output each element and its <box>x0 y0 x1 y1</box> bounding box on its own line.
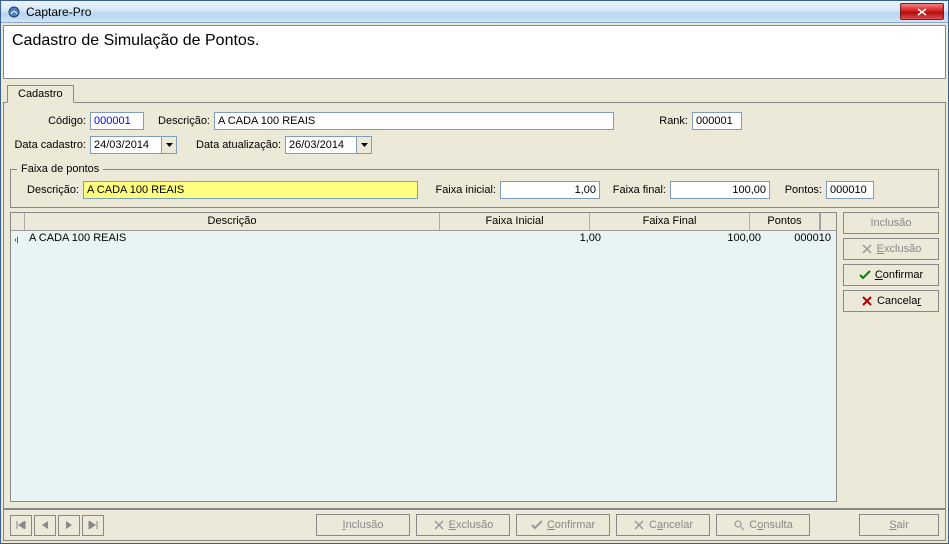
button-label: Exclusão <box>877 243 922 255</box>
col-header-descricao[interactable]: Descrição <box>25 213 440 230</box>
close-icon <box>917 8 927 16</box>
content-area: Cadastro de Simulação de Pontos. Cadastr… <box>1 23 948 543</box>
nav-next-button[interactable] <box>58 515 80 536</box>
faixa-descricao-input[interactable] <box>83 181 418 199</box>
side-inclusao-button[interactable]: Inclusão <box>843 212 939 234</box>
last-icon <box>88 521 98 529</box>
side-cancelar-button[interactable]: Cancelar <box>843 290 939 312</box>
rank-label: Rank: <box>652 115 688 127</box>
header-pane: Cadastro de Simulação de Pontos. <box>3 25 946 79</box>
bottom-confirmar-button[interactable]: Confirmar <box>516 514 610 536</box>
table-row[interactable]: A CADA 100 REAIS 1,00 100,00 000010 <box>11 231 836 248</box>
page-title: Cadastro de Simulação de Pontos. <box>12 32 937 50</box>
bottom-consulta-button[interactable]: Consulta <box>716 514 810 536</box>
button-label: Sair <box>889 519 909 531</box>
prev-icon <box>41 521 49 529</box>
cell-faixa-inicial: 1,00 <box>456 231 606 248</box>
chevron-down-icon[interactable] <box>161 137 176 153</box>
data-cadastro-value[interactable] <box>91 139 161 151</box>
next-icon <box>65 521 73 529</box>
search-icon <box>733 520 745 531</box>
first-icon <box>16 521 26 529</box>
tab-label: Cadastro <box>18 88 63 100</box>
rank-input[interactable] <box>692 112 742 130</box>
data-atualizacao-combo[interactable] <box>285 136 372 154</box>
chevron-down-icon[interactable] <box>356 137 371 153</box>
grid-area: Descrição Faixa Inicial Faixa Final Pont… <box>10 212 939 502</box>
faixa-fieldset: Faixa de pontos Descrição: Faixa inicial… <box>10 163 939 208</box>
faixa-descricao-label: Descrição: <box>17 184 79 196</box>
faixa-inicial-input[interactable] <box>500 181 600 199</box>
cell-pontos: 000010 <box>766 231 836 248</box>
button-label: Inclusão <box>343 519 384 531</box>
app-icon <box>7 5 21 19</box>
data-cadastro-label: Data cadastro: <box>10 139 86 151</box>
grid-gutter-header <box>11 213 25 230</box>
descricao-label: Descrição: <box>148 115 210 127</box>
side-exclusao-button[interactable]: Exclusão <box>843 238 939 260</box>
col-header-faixa-inicial[interactable]: Faixa Inicial <box>440 213 590 230</box>
cell-descricao: A CADA 100 REAIS <box>25 231 456 248</box>
col-header-faixa-final[interactable]: Faixa Final <box>590 213 750 230</box>
faixa-legend: Faixa de pontos <box>17 163 103 175</box>
button-label: Exclusão <box>449 519 494 531</box>
faixa-final-label: Faixa final: <box>604 184 666 196</box>
pontos-label: Pontos: <box>774 184 822 196</box>
x-icon <box>633 520 645 530</box>
x-icon <box>433 520 445 530</box>
pontos-input[interactable] <box>826 181 874 199</box>
grid-scrollbar[interactable] <box>820 213 836 230</box>
data-atualizacao-label: Data atualização: <box>181 139 281 151</box>
button-label: Inclusão <box>871 217 912 229</box>
row-indicator-icon <box>11 231 25 248</box>
button-label: Cancelar <box>649 519 693 531</box>
window-title: Captare-Pro <box>26 5 91 19</box>
descricao-input[interactable] <box>214 112 614 130</box>
bottom-exclusao-button[interactable]: Exclusão <box>416 514 510 536</box>
button-label: Confirmar <box>547 519 595 531</box>
titlebar: Captare-Pro <box>1 1 948 23</box>
bottom-inclusao-button[interactable]: Inclusão <box>316 514 410 536</box>
side-button-panel: Inclusão Exclusão Confirmar Cancelar <box>843 212 939 502</box>
button-label: Confirmar <box>875 269 923 281</box>
check-icon <box>531 520 543 530</box>
col-header-pontos[interactable]: Pontos <box>750 213 820 230</box>
nav-prev-button[interactable] <box>34 515 56 536</box>
data-atualizacao-value[interactable] <box>286 139 356 151</box>
bottom-toolbar: Inclusão Exclusão Confirmar Cancelar Con… <box>3 509 946 541</box>
bottom-cancelar-button[interactable]: Cancelar <box>616 514 710 536</box>
form-area: Código: Descrição: Rank: Data cadastro: … <box>3 103 946 509</box>
faixa-final-input[interactable] <box>670 181 770 199</box>
check-icon <box>859 270 871 280</box>
grid-header: Descrição Faixa Inicial Faixa Final Pont… <box>11 213 836 231</box>
bottom-sair-button[interactable]: Sair <box>859 514 939 536</box>
x-icon <box>861 244 873 254</box>
data-cadastro-combo[interactable] <box>90 136 177 154</box>
grid-body[interactable]: A CADA 100 REAIS 1,00 100,00 000010 <box>11 231 836 501</box>
nav-group <box>10 515 104 536</box>
tab-strip: Cadastro <box>3 81 946 103</box>
side-confirmar-button[interactable]: Confirmar <box>843 264 939 286</box>
button-label: Consulta <box>749 519 792 531</box>
x-icon <box>861 296 873 306</box>
close-button[interactable] <box>900 3 944 20</box>
nav-first-button[interactable] <box>10 515 32 536</box>
tab-cadastro[interactable]: Cadastro <box>7 85 74 103</box>
grid: Descrição Faixa Inicial Faixa Final Pont… <box>10 212 837 502</box>
button-label: Cancelar <box>877 295 921 307</box>
codigo-input[interactable] <box>90 112 144 130</box>
app-window: Captare-Pro Cadastro de Simulação de Pon… <box>0 0 949 544</box>
faixa-inicial-label: Faixa inicial: <box>422 184 496 196</box>
cell-faixa-final: 100,00 <box>606 231 766 248</box>
nav-last-button[interactable] <box>82 515 104 536</box>
codigo-label: Código: <box>10 115 86 127</box>
